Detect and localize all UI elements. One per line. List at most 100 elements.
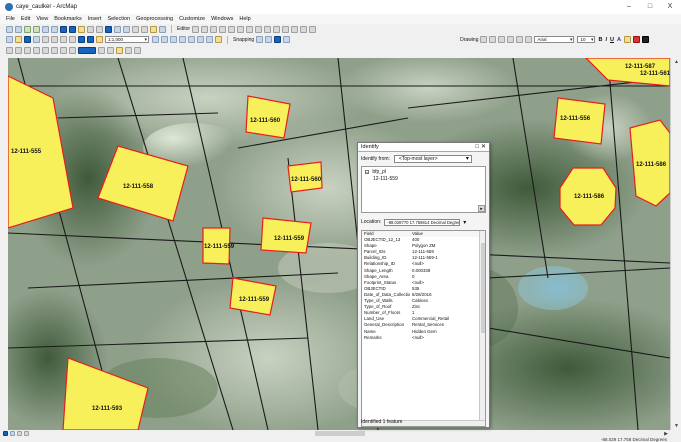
contrast-icon[interactable] — [116, 46, 123, 54]
fill-color-icon[interactable] — [623, 36, 631, 43]
full-extent-icon[interactable] — [33, 25, 40, 33]
font-color-button[interactable]: A — [617, 37, 621, 43]
pause-drawing-icon[interactable] — [24, 431, 29, 436]
location-dropdown-icon[interactable]: ▾ — [463, 219, 466, 226]
rectangle-icon[interactable] — [507, 36, 515, 43]
font-size-combo[interactable]: 10 — [577, 36, 596, 43]
text-icon[interactable] — [516, 36, 524, 43]
identify-from-combo[interactable]: <Top-most layer> — [393, 155, 472, 163]
layout-fixed-zoom-icon[interactable] — [42, 46, 49, 54]
edit-annotation-icon[interactable] — [201, 25, 209, 33]
tree-feature-node[interactable]: 12-111-559 — [365, 176, 482, 183]
hyperlink-icon[interactable] — [132, 25, 139, 33]
menu-geoprocessing[interactable]: Geoprocessing — [136, 16, 173, 22]
cut-polygons-icon[interactable] — [264, 25, 272, 33]
point-snapping-icon[interactable] — [256, 36, 264, 43]
point-icon[interactable] — [237, 25, 245, 33]
identify-icon[interactable] — [105, 25, 112, 33]
end-snapping-icon[interactable] — [265, 36, 273, 43]
line-color-icon[interactable] — [632, 36, 640, 43]
tree-layer-node[interactable]: − bfp_pl — [365, 169, 482, 176]
identify-attribute-table[interactable]: Field Value OBJECTID_12_13 400 Shape Polyg… — [361, 230, 486, 427]
snapping-toolbar-label[interactable]: Snapping — [233, 37, 254, 43]
edit-tool-icon[interactable] — [192, 25, 200, 33]
editor-toolbar-icon[interactable] — [152, 36, 159, 43]
identify-window[interactable]: Identify □ ✕ Identify from: <Top-most la… — [357, 142, 490, 428]
tree-scroll-right-icon[interactable]: ▸ — [478, 205, 485, 212]
find-icon[interactable] — [114, 25, 121, 33]
map-horizontal-scrollbar[interactable]: ▶ — [50, 430, 670, 437]
parcel-polygon[interactable] — [245, 95, 291, 139]
sketch-properties-icon[interactable] — [300, 25, 308, 33]
python-icon[interactable] — [197, 36, 204, 43]
open-icon[interactable] — [15, 36, 22, 43]
reshape-icon[interactable] — [255, 25, 263, 33]
arctoolbox-icon[interactable] — [188, 36, 195, 43]
table-of-contents-icon[interactable] — [161, 36, 168, 43]
create-features-icon[interactable] — [309, 25, 317, 33]
maximize-button[interactable]: □ — [645, 2, 655, 12]
layout-full-page-icon[interactable] — [33, 46, 40, 54]
paste-icon[interactable] — [60, 36, 67, 43]
swipe-icon[interactable] — [98, 46, 105, 54]
select-elements-icon[interactable] — [96, 25, 103, 33]
cut-icon[interactable] — [42, 36, 49, 43]
clear-selection-icon[interactable] — [87, 25, 94, 33]
map-vertical-scrollbar[interactable]: ▲ ▼ — [670, 58, 681, 430]
back-extent-icon[interactable] — [60, 25, 67, 33]
layout-back-icon[interactable] — [51, 46, 58, 54]
fixed-zoom-out-icon[interactable] — [51, 25, 58, 33]
flicker-icon[interactable] — [107, 46, 114, 54]
help-pointer-icon[interactable] — [215, 36, 222, 43]
model-builder-icon[interactable] — [206, 36, 213, 43]
undo-icon[interactable] — [78, 36, 85, 43]
effects-layer-bar[interactable] — [78, 46, 96, 54]
identify-restore-icon[interactable]: □ — [475, 143, 479, 152]
measure-icon[interactable] — [123, 25, 130, 33]
layout-percent-icon[interactable] — [69, 46, 76, 54]
table-scroll-thumb[interactable] — [481, 243, 485, 333]
menu-customize[interactable]: Customize — [179, 16, 205, 22]
menu-windows[interactable]: Windows — [211, 16, 233, 22]
layout-zoom-in-icon[interactable] — [6, 46, 13, 54]
underline-button[interactable]: U — [610, 37, 614, 43]
print-icon[interactable] — [33, 36, 40, 43]
edit-vertices-icon[interactable] — [246, 25, 254, 33]
pan-icon[interactable] — [24, 25, 31, 33]
horizontal-scroll-thumb[interactable] — [315, 431, 365, 436]
attributes-icon[interactable] — [291, 25, 299, 33]
layout-pan-icon[interactable] — [24, 46, 31, 54]
trace-icon[interactable] — [228, 25, 236, 33]
transparency-icon[interactable] — [134, 46, 141, 54]
new-document-icon[interactable] — [6, 36, 13, 43]
end-point-arc-icon[interactable] — [219, 25, 227, 33]
rotate-element-icon[interactable] — [489, 36, 497, 43]
menu-insert[interactable]: Insert — [88, 16, 102, 22]
forward-extent-icon[interactable] — [69, 25, 76, 33]
split-icon[interactable] — [273, 25, 281, 33]
straight-segment-icon[interactable] — [210, 25, 218, 33]
save-icon[interactable] — [24, 36, 31, 43]
zoom-out-icon[interactable] — [15, 25, 22, 33]
bold-button[interactable]: B — [598, 37, 602, 43]
zoom-to-elements-icon[interactable] — [498, 36, 506, 43]
layout-zoom-out-icon[interactable] — [15, 46, 22, 54]
identify-close-icon[interactable]: ✕ — [481, 143, 486, 152]
map-display[interactable]: 12-111-555 12-111-558 12-111-560 12-111-… — [8, 58, 670, 430]
search-icon[interactable] — [179, 36, 186, 43]
create-viewer-icon[interactable] — [159, 25, 166, 33]
redo-icon[interactable] — [87, 36, 94, 43]
select-elements-pointer-icon[interactable] — [480, 36, 488, 43]
menu-bookmarks[interactable]: Bookmarks — [54, 16, 82, 22]
menu-edit[interactable]: Edit — [21, 16, 30, 22]
rotate-icon[interactable] — [282, 25, 290, 33]
table-row[interactable]: Remarks <null> — [362, 335, 485, 341]
map-canvas[interactable]: 12-111-555 12-111-558 12-111-560 12-111-… — [8, 58, 670, 430]
menu-help[interactable]: Help — [239, 16, 250, 22]
italic-button[interactable]: I — [605, 37, 607, 43]
identify-title-bar[interactable]: Identify □ ✕ — [358, 143, 489, 152]
zoom-in-icon[interactable] — [6, 25, 13, 33]
editor-toolbar-label[interactable]: Editor — [177, 26, 190, 32]
map-scale-combo[interactable]: 1:1,000 — [105, 36, 149, 43]
add-data-icon[interactable] — [96, 36, 103, 43]
